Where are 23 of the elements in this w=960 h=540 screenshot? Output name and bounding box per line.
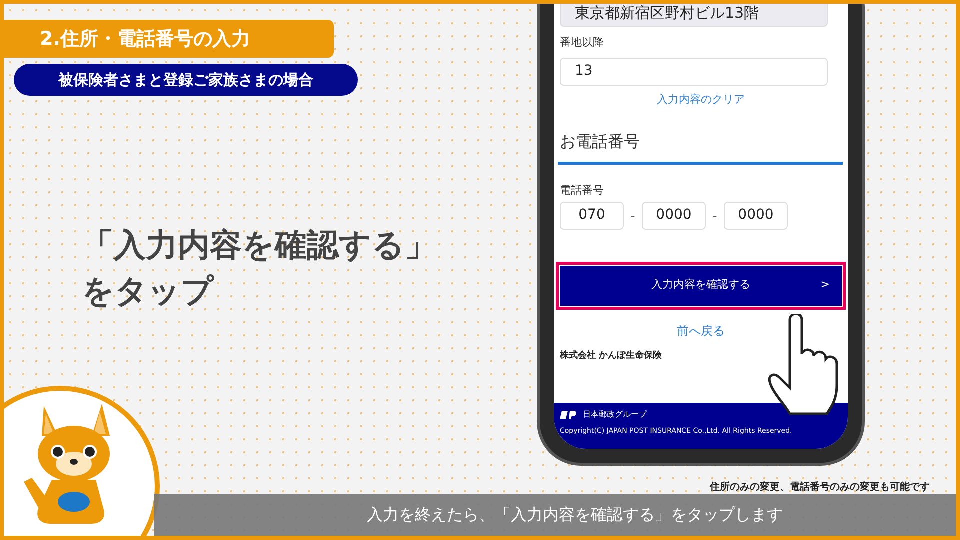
phone-number-field[interactable]: 0000	[642, 202, 706, 230]
company-name: 株式会社 かんぽ生命保険	[560, 350, 664, 362]
chevron-icon: >	[820, 277, 830, 294]
back-link[interactable]: 前へ戻る	[677, 322, 725, 340]
title-banner: 2.住所・電話番号の入力	[4, 20, 334, 58]
separator-text: -	[630, 208, 636, 224]
phone-number-field[interactable]: 0000	[724, 202, 788, 230]
separator-text: -	[712, 208, 718, 224]
address-detail-field[interactable]: 13	[560, 58, 828, 86]
jp-logo-icon	[560, 410, 578, 420]
address-field[interactable]: 東京都新宿区野村ビル13階	[560, 4, 828, 27]
phone-number-field[interactable]: 070	[560, 202, 624, 230]
instruction-text: 「入力内容を確認する」	[82, 226, 437, 264]
field-label: 電話番号	[560, 183, 605, 199]
clear-link[interactable]: 入力内容のクリア	[657, 92, 745, 108]
group-name: 日本郵政グループ	[583, 409, 647, 421]
instruction-text: をタップ	[82, 272, 216, 311]
note-text: 住所のみの変更、電話番号のみの変更も可能です	[710, 480, 930, 495]
subtitle-banner: 被保険者さまと登録ご家族さまの場合	[14, 64, 358, 96]
field-label: 番地以降	[560, 35, 605, 51]
confirm-button[interactable]: 入力内容を確認する >	[560, 266, 842, 306]
section-heading: お電話番号	[560, 131, 641, 153]
caption-text: 入力を終えたら、「入力内容を確認する」をタップします	[366, 504, 783, 526]
